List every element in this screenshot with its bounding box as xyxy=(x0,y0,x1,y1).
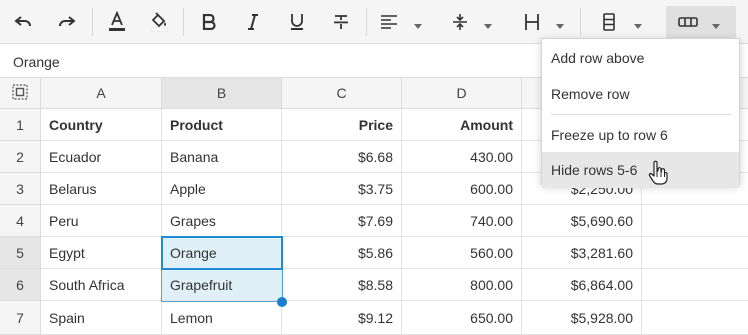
undo-button[interactable] xyxy=(8,6,38,38)
row-button[interactable] xyxy=(596,6,648,38)
cell-b7[interactable]: Lemon xyxy=(162,301,282,335)
chevron-down-icon xyxy=(634,24,642,29)
cell-c2[interactable]: $6.68 xyxy=(282,141,402,173)
cell-c3[interactable]: $3.75 xyxy=(282,173,402,205)
rows-menu-icon xyxy=(678,17,698,27)
cell-d1[interactable]: Amount xyxy=(402,109,522,141)
cell-d7[interactable]: 650.00 xyxy=(402,301,522,335)
cell-c5[interactable]: $5.86 xyxy=(282,237,402,269)
column-header-d[interactable]: D xyxy=(402,78,522,109)
cell-f7[interactable] xyxy=(642,301,748,335)
column-icon xyxy=(524,13,540,31)
underline-button[interactable] xyxy=(282,6,312,38)
text-color-icon xyxy=(107,11,127,33)
fill-handle[interactable] xyxy=(277,297,287,307)
cell-f6[interactable] xyxy=(642,269,748,301)
row-header-3[interactable]: 3 xyxy=(0,173,41,205)
cell-a5[interactable]: Egypt xyxy=(41,237,162,269)
toolbar-divider xyxy=(183,8,184,36)
select-all-icon xyxy=(12,83,28,103)
column-button[interactable] xyxy=(518,6,568,38)
formula-bar-value: Orange xyxy=(13,54,60,70)
align-vertical-button[interactable] xyxy=(446,6,496,38)
cell-e5[interactable]: $3,281.60 xyxy=(522,237,642,269)
row-header-2[interactable]: 2 xyxy=(0,141,41,173)
cell-c1[interactable]: Price xyxy=(282,109,402,141)
chevron-down-icon xyxy=(414,24,422,29)
cell-b4[interactable]: Grapes xyxy=(162,205,282,237)
redo-icon xyxy=(58,15,76,29)
cell-a2[interactable]: Ecuador xyxy=(41,141,162,173)
cell-a3[interactable]: Belarus xyxy=(41,173,162,205)
redo-button[interactable] xyxy=(52,6,82,38)
menu-item-add-row-above[interactable]: Add row above xyxy=(542,40,739,76)
row-header-4[interactable]: 4 xyxy=(0,205,41,237)
cell-b3[interactable]: Apple xyxy=(162,173,282,205)
align-horizontal-icon xyxy=(380,14,398,30)
column-header-a[interactable]: A xyxy=(41,78,162,109)
fill-color-icon xyxy=(149,11,169,33)
chevron-down-icon xyxy=(484,24,492,29)
cell-c4[interactable]: $7.69 xyxy=(282,205,402,237)
cell-d3[interactable]: 600.00 xyxy=(402,173,522,205)
rows-menu-button[interactable] xyxy=(666,6,736,38)
select-all-corner[interactable] xyxy=(0,78,41,109)
cell-a6[interactable]: South Africa xyxy=(41,269,162,301)
cell-b2[interactable]: Banana xyxy=(162,141,282,173)
text-color-button[interactable] xyxy=(102,6,132,38)
cell-c7[interactable]: $9.12 xyxy=(282,301,402,335)
hand-pointer-icon xyxy=(648,160,668,189)
toolbar-divider xyxy=(92,8,93,36)
cell-d4[interactable]: 740.00 xyxy=(402,205,522,237)
menu-item-hide-rows[interactable]: Hide rows 5-6 xyxy=(542,152,739,188)
cell-e7[interactable]: $5,928.00 xyxy=(522,301,642,335)
cell-d6[interactable]: 800.00 xyxy=(402,269,522,301)
cell-b5[interactable]: Orange xyxy=(162,237,282,269)
cell-d5[interactable]: 560.00 xyxy=(402,237,522,269)
row-header-6[interactable]: 6 xyxy=(0,269,41,301)
column-header-c[interactable]: C xyxy=(282,78,402,109)
bold-icon xyxy=(202,14,216,30)
row-header-7[interactable]: 7 xyxy=(0,301,41,335)
cell-d2[interactable]: 430.00 xyxy=(402,141,522,173)
undo-icon xyxy=(14,15,32,29)
toolbar-divider xyxy=(366,8,367,36)
cell-c6[interactable]: $8.58 xyxy=(282,269,402,301)
cell-a7[interactable]: Spain xyxy=(41,301,162,335)
chevron-down-icon xyxy=(556,24,564,29)
toolbar-divider xyxy=(580,8,581,36)
chevron-down-icon xyxy=(712,24,720,29)
cell-a1[interactable]: Country xyxy=(41,109,162,141)
row-icon xyxy=(602,13,616,31)
menu-item-remove-row[interactable]: Remove row xyxy=(542,76,739,112)
menu-item-freeze-rows[interactable]: Freeze up to row 6 xyxy=(542,117,739,153)
underline-icon xyxy=(289,13,305,31)
strikethrough-button[interactable] xyxy=(326,6,356,38)
bold-button[interactable] xyxy=(194,6,224,38)
row-header-5[interactable]: 5 xyxy=(0,237,41,269)
italic-icon xyxy=(246,14,260,30)
rows-dropdown-menu: Add row above Remove row Freeze up to ro… xyxy=(541,38,740,188)
align-vertical-icon xyxy=(452,13,468,31)
align-horizontal-button[interactable] xyxy=(376,6,426,38)
menu-divider xyxy=(551,114,731,115)
row-header-1[interactable]: 1 xyxy=(0,109,41,141)
cell-b1[interactable]: Product xyxy=(162,109,282,141)
cell-f5[interactable] xyxy=(642,237,748,269)
cell-e4[interactable]: $5,690.60 xyxy=(522,205,642,237)
column-header-b[interactable]: B xyxy=(162,78,282,109)
italic-button[interactable] xyxy=(238,6,268,38)
cell-e6[interactable]: $6,864.00 xyxy=(522,269,642,301)
strikethrough-icon xyxy=(333,14,349,30)
cell-a4[interactable]: Peru xyxy=(41,205,162,237)
fill-color-button[interactable] xyxy=(144,6,174,38)
cell-f4[interactable] xyxy=(642,205,748,237)
cell-b6[interactable]: Grapefruit xyxy=(162,269,282,301)
